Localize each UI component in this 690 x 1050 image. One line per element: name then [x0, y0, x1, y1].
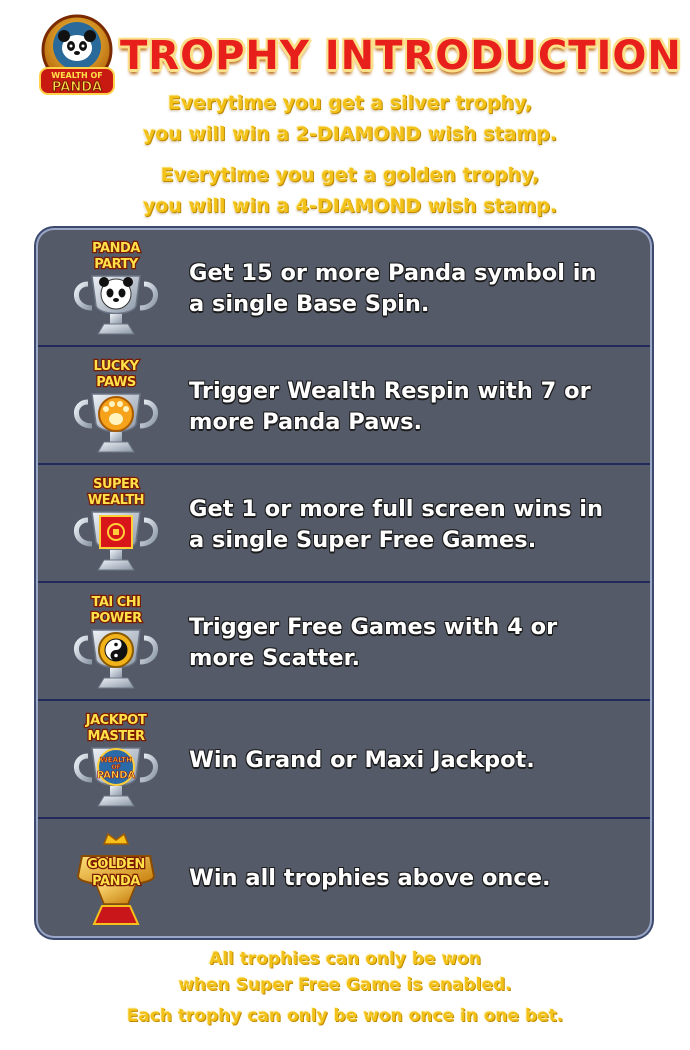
- trophy-description: Get 15 or more Panda symbol in a single …: [189, 259, 597, 317]
- trophy-silver-icon: LUCKYPAWS: [74, 358, 158, 453]
- trophy-row-panda-party: PANDA PARTY Get 15 or more Panda symbol in…: [38, 230, 650, 347]
- trophy-label-line: GOLDEN: [87, 857, 145, 872]
- trophy-label-line: LUCKY: [94, 359, 140, 374]
- trophy-row-golden-panda: GOLDEN PANDA Win all trophies above once.: [38, 820, 650, 936]
- trophy-label-line: TAI CHI: [91, 595, 140, 610]
- page-title: TROPHY INTRODUCTION: [120, 33, 682, 79]
- trophy-description: Get 1 or more full screen wins in a sing…: [189, 495, 604, 553]
- intro-silver-trophy: Everytime you get a silver trophy, you wi…: [142, 92, 558, 145]
- trophy-silver-icon: WEALTHOFPANDA JACKPOTMASTER: [74, 712, 158, 807]
- trophy-row-jackpot-master: WEALTH OF PANDA JACKPOT MASTER Win Grand or M…: [38, 702, 650, 819]
- logo-text-top: WEALTH OF: [51, 71, 102, 80]
- footer-note-once-per-bet: Each trophy can only be won once in one …: [126, 1006, 564, 1026]
- red-box-icon: [99, 515, 133, 549]
- trophy-label-line: PAWS: [96, 375, 136, 390]
- trophy-description: Trigger Wealth Respin with 7 or more Pan…: [189, 377, 591, 435]
- trophy-label-line: POWER: [90, 611, 142, 626]
- trophy-description: Trigger Free Games with 4 or more Scatte…: [189, 613, 558, 671]
- trophy-label-line: PANDA: [92, 241, 140, 256]
- trophy-row-tai-chi-power: TAI CHI POWER Trigger Free Games with 4 or…: [38, 584, 650, 701]
- svg-text:WEALTH: WEALTH: [100, 756, 132, 764]
- trophy-golden-icon: GOLDEN PANDA: [76, 832, 156, 925]
- game-logo: WEALTH OF PANDA: [39, 14, 115, 96]
- trophy-label-line: SUPER: [93, 477, 139, 492]
- wealth-logo-icon: WEALTHOFPANDA: [96, 748, 136, 786]
- yin-yang-icon: [98, 632, 134, 668]
- trophy-label-line: MASTER: [87, 729, 145, 744]
- trophy-label-line: JACKPOT: [85, 713, 147, 728]
- trophy-label-line: WEALTH: [88, 493, 144, 508]
- trophy-silver-icon: PANDAPARTY: [74, 240, 158, 335]
- trophy-description: Win Grand or Maxi Jackpot.: [189, 747, 535, 773]
- crown-icon: [102, 832, 130, 845]
- trophy-description: Win all trophies above once.: [189, 865, 551, 891]
- trophy-label-line: PARTY: [94, 257, 139, 272]
- svg-text:PANDA: PANDA: [97, 770, 136, 781]
- paw-icon: [98, 396, 134, 432]
- trophy-list-panel: PANDA PARTY Get 15 or more Panda symbol in…: [38, 230, 650, 936]
- trophy-row-lucky-paws: LUCKY PAWS Trigger Wealth Respin with 7 or…: [38, 348, 650, 465]
- trophy-silver-icon: SUPERWEALTH: [74, 476, 158, 571]
- footer-note-enabled: All trophies can only be won when Super F…: [178, 949, 512, 995]
- trophy-silver-icon: TAI CHIPOWER: [74, 594, 158, 689]
- trophy-label-line: PANDA: [92, 874, 140, 889]
- trophy-row-super-wealth: SUPER WEALTH Get 1 or more full screen win…: [38, 466, 650, 583]
- intro-golden-trophy: Everytime you get a golden trophy, you wi…: [142, 164, 558, 217]
